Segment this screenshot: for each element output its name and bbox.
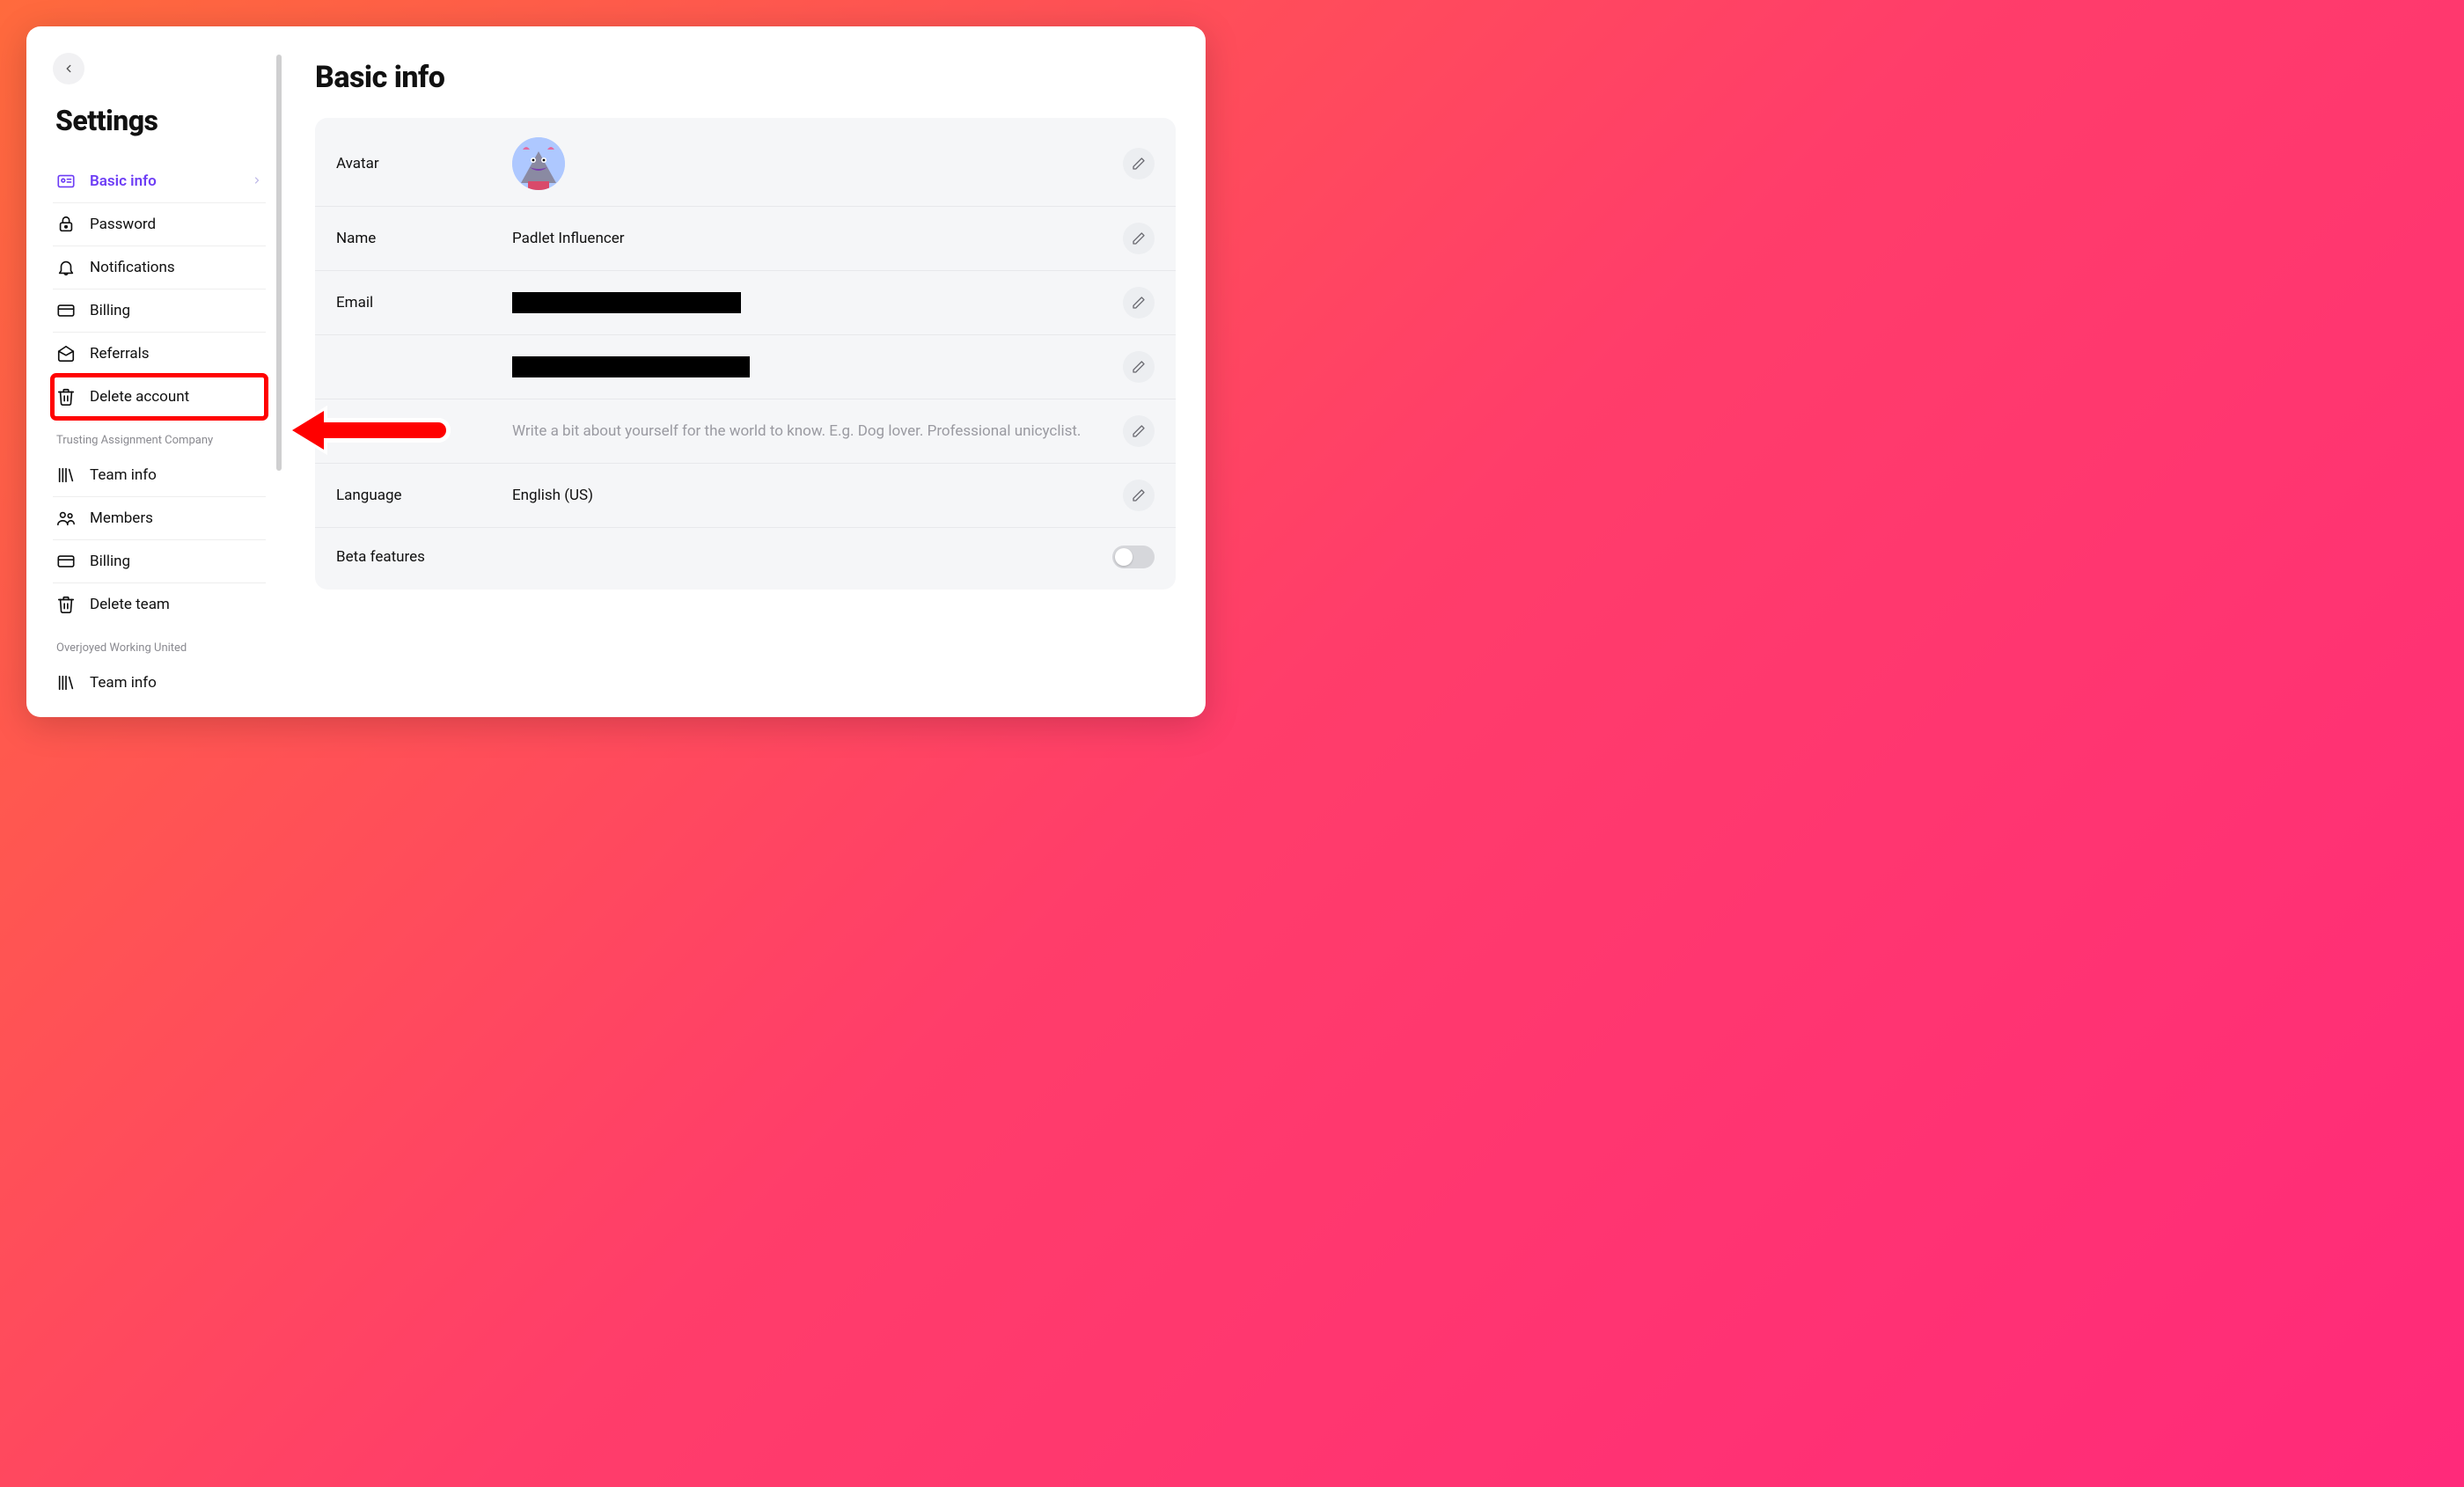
sidebar-item-basic-info[interactable]: Basic info xyxy=(53,160,266,203)
back-button[interactable] xyxy=(53,53,84,84)
sidebar-item-label: Members xyxy=(90,509,153,527)
books-icon xyxy=(56,673,76,692)
lock-icon xyxy=(56,215,76,234)
row-name: Name Padlet Influencer xyxy=(315,207,1176,271)
row-value-name: Padlet Influencer xyxy=(512,230,1123,247)
sidebar-nav-team-1: Trusting Assignment Company Team info Me… xyxy=(26,418,282,626)
row-label: Avatar xyxy=(336,155,512,172)
sidebar-item-label: Delete account xyxy=(90,388,189,406)
pencil-icon xyxy=(1132,231,1146,245)
sidebar-section-label: Overjoyed Working United xyxy=(53,626,266,662)
sidebar-item-referrals[interactable]: Referrals xyxy=(53,333,266,376)
sidebar-item-label: Billing xyxy=(90,302,130,319)
settings-window: Settings Basic info Password xyxy=(26,26,1206,717)
page-title: Basic info xyxy=(315,60,1176,95)
sidebar-title: Settings xyxy=(55,104,282,137)
sidebar-section-label: Trusting Assignment Company xyxy=(53,418,266,454)
id-card-icon xyxy=(56,172,76,191)
credit-card-icon xyxy=(56,552,76,571)
edit-email-button[interactable] xyxy=(1123,287,1155,319)
settings-sidebar: Settings Basic info Password xyxy=(26,26,282,717)
basic-info-card: Avatar xyxy=(315,118,1176,590)
sidebar-item-label: Team info xyxy=(90,466,157,484)
credit-card-icon xyxy=(56,301,76,320)
row-value-language: English (US) xyxy=(512,487,1123,504)
pencil-icon xyxy=(1132,296,1146,310)
sidebar-item-members[interactable]: Members xyxy=(53,497,266,540)
row-language: Language English (US) xyxy=(315,464,1176,528)
sidebar-item-label: Delete team xyxy=(90,596,170,613)
sidebar-nav-team-2: Overjoyed Working United Team info xyxy=(26,626,282,704)
sidebar-item-label: Team info xyxy=(90,674,157,692)
edit-username-button[interactable] xyxy=(1123,351,1155,383)
redacted-value xyxy=(512,292,741,313)
avatar xyxy=(512,137,565,190)
bell-icon xyxy=(56,258,76,277)
row-username xyxy=(315,335,1176,399)
sidebar-item-label: Notifications xyxy=(90,259,175,276)
settings-main: Basic info Avatar xyxy=(282,26,1206,717)
beta-features-toggle[interactable] xyxy=(1112,546,1155,568)
envelope-open-icon xyxy=(56,344,76,363)
chevron-right-icon xyxy=(252,172,262,190)
row-label: Email xyxy=(336,294,512,311)
edit-about-button[interactable] xyxy=(1123,415,1155,447)
edit-avatar-button[interactable] xyxy=(1123,148,1155,179)
edit-name-button[interactable] xyxy=(1123,223,1155,254)
row-label: Beta features xyxy=(336,548,1112,566)
row-value-username xyxy=(512,356,1123,377)
sidebar-nav-personal: Basic info Password Notifications xyxy=(26,160,282,418)
sidebar-item-team-billing[interactable]: Billing xyxy=(53,540,266,583)
sidebar-item-password[interactable]: Password xyxy=(53,203,266,246)
sidebar-item-delete-account[interactable]: Delete account xyxy=(53,376,266,418)
sidebar-item-label: Password xyxy=(90,216,156,233)
sidebar-item-label: Referrals xyxy=(90,345,150,363)
row-email: Email xyxy=(315,271,1176,335)
trash-icon xyxy=(56,387,76,407)
sidebar-item-label: Billing xyxy=(90,553,130,570)
books-icon xyxy=(56,465,76,485)
row-about: About Write a bit about yourself for the… xyxy=(315,399,1176,464)
row-avatar: Avatar xyxy=(315,121,1176,207)
row-label: Language xyxy=(336,487,512,504)
sidebar-item-billing[interactable]: Billing xyxy=(53,289,266,333)
row-label: About xyxy=(336,422,512,440)
pencil-icon xyxy=(1132,157,1146,171)
trash-icon xyxy=(56,595,76,614)
pencil-icon xyxy=(1132,424,1146,438)
row-label: Name xyxy=(336,230,512,247)
pencil-icon xyxy=(1132,488,1146,502)
sidebar-item-team-info[interactable]: Team info xyxy=(53,454,266,497)
redacted-value xyxy=(512,356,750,377)
chevron-left-icon xyxy=(62,62,75,75)
sidebar-item-label: Basic info xyxy=(90,172,157,190)
sidebar-item-delete-team[interactable]: Delete team xyxy=(53,583,266,626)
sidebar-item-notifications[interactable]: Notifications xyxy=(53,246,266,289)
row-beta-features: Beta features xyxy=(315,528,1176,586)
row-value-email xyxy=(512,292,1123,313)
row-value-about: Write a bit about yourself for the world… xyxy=(512,422,1123,440)
people-icon xyxy=(56,509,76,528)
sidebar-item-team-info[interactable]: Team info xyxy=(53,662,266,704)
row-value-avatar xyxy=(512,137,1123,190)
edit-language-button[interactable] xyxy=(1123,480,1155,511)
pencil-icon xyxy=(1132,360,1146,374)
